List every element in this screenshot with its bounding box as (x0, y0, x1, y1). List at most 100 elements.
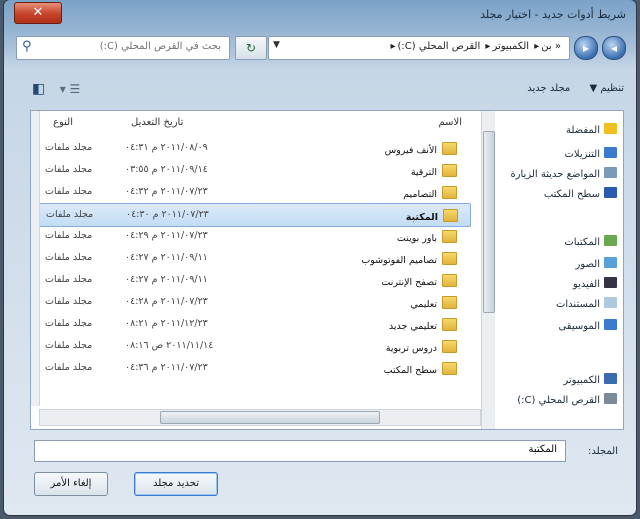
column-header-type[interactable]: النوع (53, 117, 73, 128)
history-buttons: ▸ ◂ (570, 34, 630, 60)
file-row[interactable]: دروس تربوية ٢٠١١/١١/١٤ ص ٠٨:١٦ مجلد ملفات (39, 335, 469, 357)
toolbar: تنظيم ▼ مجلد جديد ◧ ▾ ☰ (10, 78, 630, 104)
arrow-right-icon: ▸ (582, 41, 590, 55)
nav-item[interactable]: المستندات (556, 297, 617, 310)
arrow-left-icon: ◂ (610, 41, 618, 55)
organize-button[interactable]: تنظيم ▼ (589, 83, 624, 94)
file-row[interactable]: التصاميم ٢٠١١/٠٧/٢٣ م ٠٤:٣٢ مجلد ملفات (39, 181, 469, 203)
address-dropdown-icon[interactable]: ▼ (273, 40, 280, 50)
window-title: شريط أدوات جديد - اختيار مجلد (480, 8, 626, 21)
nav-item[interactable]: الفيديو (573, 277, 617, 290)
folder-icon (442, 340, 457, 353)
horizontal-scroll-thumb[interactable] (160, 411, 380, 424)
folder-icon (442, 318, 457, 331)
nav-item[interactable]: المكتبات (564, 235, 617, 248)
file-date: ٢٠١١/١١/١٤ ص ٠٨:١٦ (125, 340, 214, 351)
folder-icon (442, 230, 457, 243)
file-date: ٢٠١١/٠٧/٢٣ م ٠٤:٣٠ (126, 209, 209, 220)
nav-icon (604, 235, 617, 246)
file-type: مجلد ملفات (45, 362, 93, 373)
file-name: دروس تربوية (386, 340, 457, 354)
nav-icon (604, 297, 617, 308)
file-row[interactable]: سطح المكتب ٢٠١١/٠٧/٢٣ م ٠٤:٣٦ مجلد ملفات (39, 357, 469, 379)
refresh-button[interactable]: ↻ (235, 36, 267, 60)
nav-item[interactable]: المواضع حديثة الزيارة (510, 167, 617, 180)
folder-icon (442, 252, 457, 265)
file-date: ٢٠١١/٠٩/١٤ م ٠٣:٥٥ (125, 164, 208, 175)
file-date: ٢٠١١/٠٩/١١ م ٠٤:٢٧ (125, 252, 208, 263)
file-type: مجلد ملفات (45, 296, 93, 307)
file-name: تصاميم الفوتوشوب (361, 252, 457, 266)
nav-item[interactable]: الكمبيوتر (563, 373, 617, 386)
folder-icon (442, 186, 457, 199)
dialog-window: ✕ شريط أدوات جديد - اختيار مجلد ⚲ بحث في… (4, 0, 636, 515)
file-type: مجلد ملفات (45, 340, 93, 351)
file-date: ٢٠١١/٠٨/٠٩ م ٠٤:٣١ (125, 142, 208, 153)
folder-name-value: المكتبة (528, 444, 557, 455)
search-icon: ⚲ (22, 39, 32, 54)
nav-icon (604, 277, 617, 288)
file-row[interactable]: تصفح الإنترنت ٢٠١١/٠٩/١١ م ٠٤:٢٧ مجلد ملفا… (39, 269, 469, 291)
file-name: التصاميم (403, 186, 457, 200)
file-type: مجلد ملفات (46, 209, 94, 220)
folder-label: المجلد: (588, 446, 618, 457)
file-list: الاسم تاريخ التعديل النوع الأنف فيروس ٢٠١… (31, 111, 481, 426)
column-header-name[interactable]: الاسم (438, 117, 462, 128)
file-date: ٢٠١١/٠٧/٢٣ م ٠٤:٢٩ (125, 230, 208, 241)
horizontal-scrollbar[interactable] (39, 409, 481, 426)
address-bar[interactable]: ▼ « بن▸ الكمبيوتر▸ القرص المحلي (C:)▸ (268, 36, 570, 60)
file-row[interactable]: الترقية ٢٠١١/٠٩/١٤ م ٠٣:٥٥ مجلد ملفات (39, 159, 469, 181)
file-row[interactable]: الأنف فيروس ٢٠١١/٠٨/٠٩ م ٠٤:٣١ مجلد ملفات (39, 137, 469, 159)
help-icon[interactable]: ◧ (32, 81, 45, 97)
folder-icon (442, 274, 457, 287)
breadcrumb-item[interactable]: القرص المحلي (C:) (398, 41, 481, 52)
file-date: ٢٠١١/٠٧/٢٣ م ٠٤:٢٨ (125, 296, 208, 307)
file-type: مجلد ملفات (45, 164, 93, 175)
navigation-pane: المفضلة التنزيلات المواضع حديثة الزيارة سطح… (489, 111, 623, 429)
file-name: المكتبة (406, 209, 458, 223)
file-row[interactable]: تصاميم الفوتوشوب ٢٠١١/٠٩/١١ م ٠٤:٢٧ مجلد م… (39, 247, 469, 269)
file-name: تعليمي (410, 296, 457, 310)
nav-item[interactable]: القرص المحلي (C:) (517, 393, 617, 406)
file-date: ٢٠١١/٠٩/١١ م ٠٤:٢٧ (125, 274, 208, 285)
breadcrumb-item[interactable]: الكمبيوتر (492, 41, 529, 52)
nav-item[interactable]: المفضلة (566, 123, 617, 136)
nav-item[interactable]: الصور (576, 257, 617, 270)
cancel-button[interactable]: إلغاء الأمر (34, 472, 108, 496)
forward-button[interactable]: ▸ (574, 36, 598, 60)
folder-icon (442, 164, 457, 177)
folder-name-field[interactable]: المكتبة (34, 440, 566, 462)
file-row[interactable]: تعليمي ٢٠١١/٠٧/٢٣ م ٠٤:٢٨ مجلد ملفات (39, 291, 469, 313)
folder-icon (442, 142, 457, 155)
refresh-icon: ↻ (245, 41, 257, 55)
breadcrumb: « بن▸ الكمبيوتر▸ القرص المحلي (C:)▸ (390, 41, 561, 52)
close-button[interactable]: ✕ (14, 2, 62, 24)
nav-icon (604, 167, 617, 178)
nav-icon (604, 123, 617, 134)
file-date: ٢٠١١/٠٧/٢٣ م ٠٤:٣٢ (125, 186, 208, 197)
nav-item[interactable]: الموسيقى (558, 319, 617, 332)
file-name: باور بوينت (397, 230, 457, 244)
nav-icon (604, 319, 617, 330)
search-placeholder: بحث في القرص المحلي (C:) (99, 41, 221, 52)
view-options-icon[interactable]: ▾ ☰ (60, 82, 81, 96)
file-row[interactable]: باور بوينت ٢٠١١/٠٧/٢٣ م ٠٤:٢٩ مجلد ملفات (39, 225, 469, 247)
back-button[interactable]: ◂ (602, 36, 626, 60)
file-date: ٢٠١١/١٢/٢٣ م ٠٨:٢١ (125, 318, 208, 329)
nav-item[interactable]: التنزيلات (564, 147, 617, 160)
column-header-date[interactable]: تاريخ التعديل (131, 117, 183, 128)
file-row[interactable]: المكتبة ٢٠١١/٠٧/٢٣ م ٠٤:٣٠ مجلد ملفات (39, 203, 471, 227)
file-type: مجلد ملفات (45, 252, 93, 263)
select-folder-button[interactable]: تحديد مجلد (134, 472, 218, 496)
new-folder-button[interactable]: مجلد جديد (527, 83, 570, 94)
search-input[interactable]: ⚲ بحث في القرص المحلي (C:) (16, 36, 230, 60)
file-name: تصفح الإنترنت (381, 274, 457, 288)
folder-icon (442, 296, 457, 309)
breadcrumb-item[interactable]: « بن (541, 41, 561, 52)
nav-item[interactable]: سطح المكتب (544, 187, 617, 200)
file-row[interactable]: تعليمي جديد ٢٠١١/١٢/٢٣ م ٠٨:٢١ مجلد ملفات (39, 313, 469, 335)
left-edge-scrollbar[interactable] (31, 111, 40, 406)
file-name: الأنف فيروس (385, 142, 457, 156)
navigation-row: ⚲ بحث في القرص المحلي (C:) ↻ ▼ « بن▸ الك… (10, 34, 630, 62)
nav-icon (604, 373, 617, 384)
